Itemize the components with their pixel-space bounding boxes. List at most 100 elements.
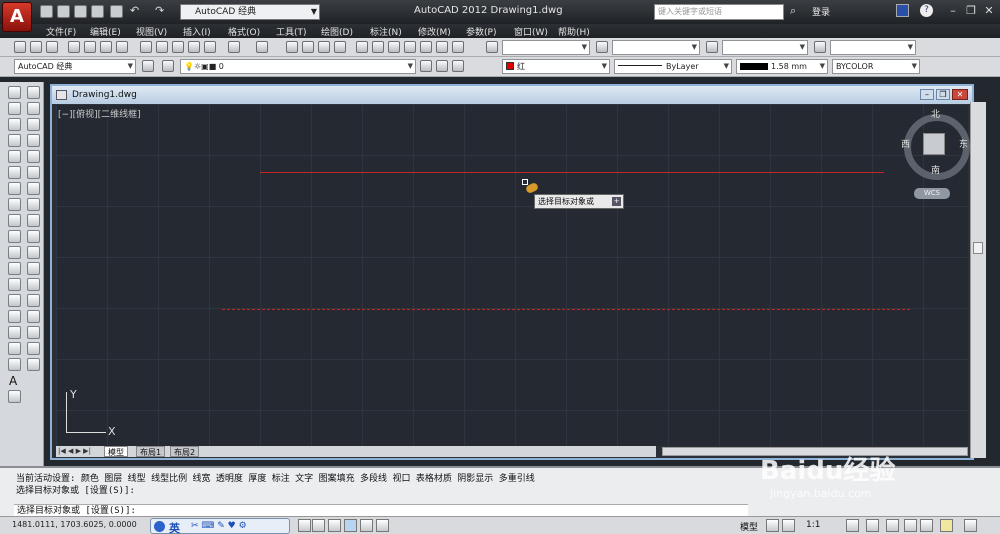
mleader-style-icon[interactable]: [814, 41, 826, 53]
osnap-icon[interactable]: [360, 519, 373, 532]
blend-curves-icon[interactable]: [27, 342, 40, 355]
quick-view-drawings-icon[interactable]: [782, 519, 795, 532]
undo-icon[interactable]: ↶: [130, 4, 139, 17]
menu-window[interactable]: 窗口(W): [514, 25, 548, 38]
login-link[interactable]: 登录: [812, 5, 830, 18]
infer-constraints-icon[interactable]: [298, 519, 311, 532]
drawing-restore-button[interactable]: ❐: [936, 89, 950, 100]
workspace-toolbar-dropdown[interactable]: AutoCAD 经典 ▼: [14, 59, 136, 74]
copy-icon[interactable]: [156, 41, 168, 53]
circle-icon[interactable]: [8, 182, 21, 195]
join-icon[interactable]: [27, 294, 40, 307]
polar-icon[interactable]: [344, 519, 357, 532]
menu-help[interactable]: 帮助(H): [558, 25, 590, 38]
viewcube-top-face[interactable]: [923, 133, 945, 155]
tab-layout1[interactable]: 布局1: [136, 446, 166, 457]
plot-icon[interactable]: [110, 5, 123, 18]
redo-icon[interactable]: ↷: [155, 4, 164, 17]
mleader-style-dropdown[interactable]: ▼: [830, 40, 916, 55]
vertical-scrollbar[interactable]: [970, 102, 986, 458]
cut-icon[interactable]: [140, 41, 152, 53]
explode-icon[interactable]: [27, 358, 40, 371]
workspace-switch-icon[interactable]: [886, 519, 899, 532]
viewcube-west[interactable]: 西: [901, 137, 910, 150]
menu-file[interactable]: 文件(F): [46, 25, 76, 38]
save-as-icon[interactable]: [91, 5, 104, 18]
menu-modify[interactable]: 修改(M): [418, 25, 451, 38]
mirror-icon[interactable]: [27, 118, 40, 131]
binoculars-icon[interactable]: ⌕: [790, 4, 796, 18]
pan-icon[interactable]: [286, 41, 298, 53]
viewcube[interactable]: 北 南 东 西: [901, 110, 970, 180]
help-icon[interactable]: ?: [920, 4, 933, 17]
lineweight-dropdown[interactable]: 1.58 mm ▼: [736, 59, 828, 74]
quick-view-layouts-icon[interactable]: [766, 519, 779, 532]
dim-style-dropdown[interactable]: ▼: [612, 40, 700, 55]
properties-icon[interactable]: [356, 41, 368, 53]
annotation-visibility-icon[interactable]: [846, 519, 859, 532]
menu-draw[interactable]: 绘图(D): [321, 25, 353, 38]
quickcalc-icon[interactable]: [436, 41, 448, 53]
block-editor-icon[interactable]: [204, 41, 216, 53]
viewcube-north[interactable]: 北: [931, 107, 940, 120]
ime-language[interactable]: 英: [169, 520, 180, 534]
new-icon[interactable]: [40, 5, 53, 18]
auto-scale-icon[interactable]: [866, 519, 879, 532]
mtext-icon[interactable]: A: [9, 374, 17, 388]
revision-cloud-icon[interactable]: [8, 198, 21, 211]
paste-icon[interactable]: [172, 41, 184, 53]
layer-dropdown[interactable]: 💡☼▣■ 0 ▼: [180, 59, 416, 74]
move-icon[interactable]: [27, 166, 40, 179]
drawing-close-button[interactable]: ✕: [952, 89, 968, 100]
text-style-icon[interactable]: [486, 41, 498, 53]
make-block-icon[interactable]: [8, 278, 21, 291]
tab-nav-arrows-icon[interactable]: |◀ ◀ ▶ ▶|: [58, 447, 91, 455]
menu-edit[interactable]: 编辑(E): [90, 25, 121, 38]
chamfer-icon[interactable]: [27, 310, 40, 323]
qnew-icon[interactable]: [14, 41, 26, 53]
offset-icon[interactable]: [27, 134, 40, 147]
stretch-icon[interactable]: [27, 214, 40, 227]
break-icon[interactable]: [27, 278, 40, 291]
menu-insert[interactable]: 插入(I): [183, 25, 211, 38]
ellipse-icon[interactable]: [8, 230, 21, 243]
plotstyle-dropdown[interactable]: BYCOLOR ▼: [832, 59, 920, 74]
hatch-icon[interactable]: [8, 310, 21, 323]
erase-icon[interactable]: [27, 86, 40, 99]
viewcube-east[interactable]: 东: [959, 137, 968, 150]
color-dropdown[interactable]: 红 ▼: [502, 59, 610, 74]
rectangle-icon[interactable]: [8, 150, 21, 163]
scale-icon[interactable]: [27, 198, 40, 211]
match-properties-icon[interactable]: [188, 41, 200, 53]
snap-icon[interactable]: [312, 519, 325, 532]
dim-style-icon[interactable]: [596, 41, 608, 53]
array-icon[interactable]: [27, 150, 40, 163]
ellipse-arc-icon[interactable]: [8, 246, 21, 259]
table-icon[interactable]: [8, 358, 21, 371]
sheet-set-icon[interactable]: [404, 41, 416, 53]
trim-icon[interactable]: [27, 230, 40, 243]
search-input[interactable]: 键入关键字或短语: [654, 4, 784, 20]
polygon-icon[interactable]: [8, 134, 21, 147]
preview-icon[interactable]: [84, 41, 96, 53]
menu-tools[interactable]: 工具(T): [276, 25, 307, 38]
redo-icon[interactable]: [256, 41, 268, 53]
gradient-icon[interactable]: [8, 326, 21, 339]
zoom-previous-icon[interactable]: [334, 41, 346, 53]
region-icon[interactable]: [8, 342, 21, 355]
rotate-icon[interactable]: [27, 182, 40, 195]
table-style-icon[interactable]: [706, 41, 718, 53]
table-style-dropdown[interactable]: ▼: [722, 40, 808, 55]
ime-tools-icons[interactable]: ✂ ⌨ ✎ ♥ ⚙: [191, 521, 247, 531]
coordinates-readout[interactable]: 1481.0111, 1703.6025, 0.0000: [12, 520, 137, 529]
layer-state-icon[interactable]: [452, 60, 464, 72]
expand-options-icon[interactable]: +: [612, 197, 621, 206]
workspace-settings-icon[interactable]: [142, 60, 154, 72]
point-icon[interactable]: [8, 294, 21, 307]
isolate-objects-icon[interactable]: [940, 519, 953, 532]
zoom-realtime-icon[interactable]: [302, 41, 314, 53]
clean-screen-icon[interactable]: [964, 519, 977, 532]
save-icon[interactable]: [46, 41, 58, 53]
arc-icon[interactable]: [8, 166, 21, 179]
undo-icon[interactable]: [228, 41, 240, 53]
